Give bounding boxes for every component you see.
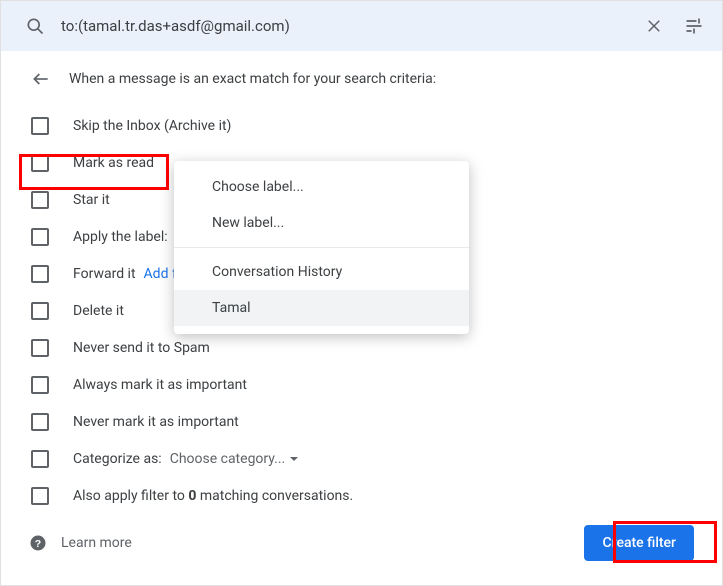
option-categorize: Categorize as: Choose category... (31, 440, 692, 477)
search-query[interactable]: to:(tamal.tr.das+asdf@gmail.com) (55, 17, 634, 35)
option-always-important: Always mark it as important (31, 366, 692, 403)
checkbox-apply-label[interactable] (31, 228, 49, 246)
menu-choose-label[interactable]: Choose label... (174, 169, 469, 205)
checkbox-also-apply[interactable] (31, 487, 49, 505)
label-delete: Delete it (73, 303, 124, 319)
tune-icon[interactable] (674, 6, 714, 46)
option-also-apply: Also apply filter to 0 matching conversa… (31, 477, 692, 514)
label-never-important: Never mark it as important (73, 414, 239, 430)
learn-more-link[interactable]: ? Learn more (29, 534, 132, 552)
search-bar: to:(tamal.tr.das+asdf@gmail.com) (1, 1, 722, 51)
menu-divider (174, 247, 469, 248)
label-apply-label: Apply the label: (73, 229, 168, 245)
checkbox-categorize[interactable] (31, 450, 49, 468)
back-icon[interactable] (31, 69, 51, 89)
checkbox-forward[interactable] (31, 265, 49, 283)
checkbox-star[interactable] (31, 191, 49, 209)
category-dropdown-label: Choose category... (170, 451, 286, 467)
checkbox-delete[interactable] (31, 302, 49, 320)
footer: ? Learn more Create filter (1, 525, 722, 585)
checkbox-skip-inbox[interactable] (31, 117, 49, 135)
clear-icon[interactable] (634, 6, 674, 46)
option-skip-inbox: Skip the Inbox (Archive it) (31, 107, 692, 144)
label-always-important: Always mark it as important (73, 377, 247, 393)
checkbox-mark-read[interactable] (31, 154, 49, 172)
option-never-spam: Never send it to Spam (31, 329, 692, 366)
label-forward: Forward it (73, 266, 136, 282)
search-icon[interactable] (15, 6, 55, 46)
category-dropdown[interactable]: Choose category... (170, 451, 300, 467)
checkbox-always-important[interactable] (31, 376, 49, 394)
caret-down-icon (289, 454, 299, 464)
option-never-important: Never mark it as important (31, 403, 692, 440)
filter-options-panel: When a message is an exact match for you… (1, 51, 722, 526)
label-also-apply-pre: Also apply filter to (73, 488, 188, 504)
label-skip-inbox: Skip the Inbox (Archive it) (73, 118, 231, 134)
label-also-apply-post: matching conversations. (196, 488, 353, 504)
create-filter-button[interactable]: Create filter (584, 525, 694, 561)
label-menu: Choose label... New label... Conversatio… (174, 161, 469, 334)
menu-conversation-history[interactable]: Conversation History (174, 254, 469, 290)
label-categorize: Categorize as: (73, 451, 162, 467)
learn-more-text: Learn more (61, 535, 132, 551)
help-icon: ? (29, 534, 47, 552)
checkbox-never-important[interactable] (31, 413, 49, 431)
label-star: Star it (73, 192, 110, 208)
label-never-spam: Never send it to Spam (73, 340, 210, 356)
svg-text:?: ? (35, 538, 41, 550)
header-text: When a message is an exact match for you… (69, 71, 436, 87)
menu-tamal[interactable]: Tamal (174, 290, 469, 326)
checkbox-never-spam[interactable] (31, 339, 49, 357)
menu-new-label[interactable]: New label... (174, 205, 469, 241)
label-mark-read: Mark as read (73, 155, 154, 171)
